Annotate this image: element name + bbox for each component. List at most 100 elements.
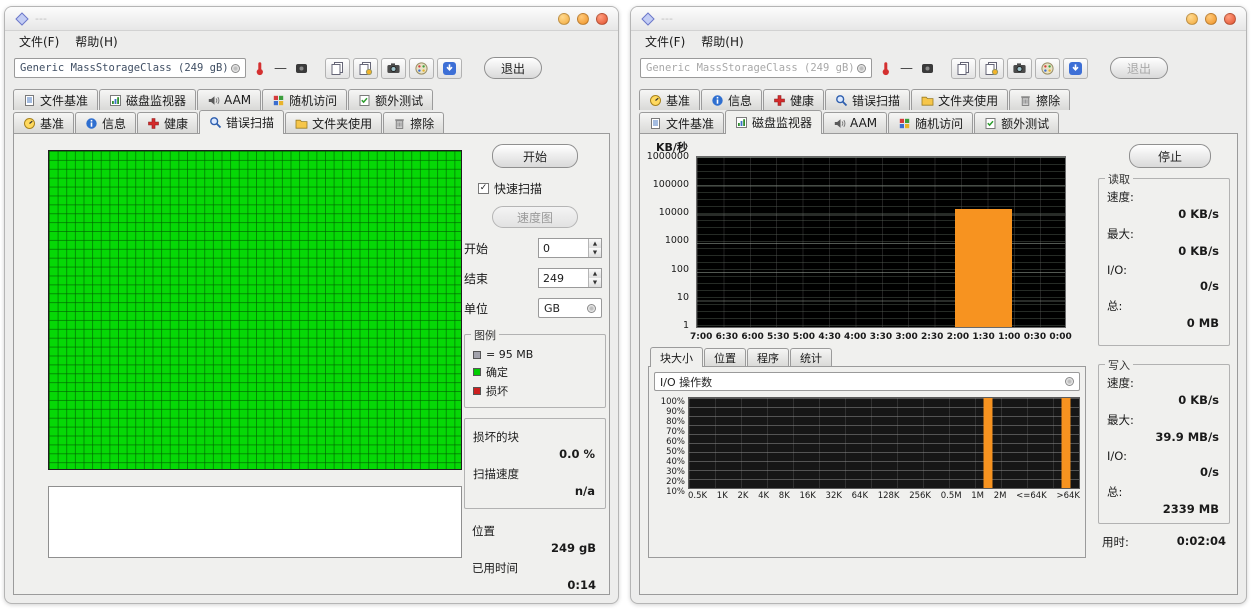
screenshot-button[interactable]	[1007, 58, 1032, 79]
menu-help[interactable]: 帮助(H)	[67, 32, 125, 51]
tab-extra-tests[interactable]: 额外测试	[348, 89, 433, 110]
copy-text-button[interactable]	[979, 58, 1004, 79]
save-button[interactable]	[1063, 58, 1088, 79]
tab-row-top: 文件基准 磁盘监视器 AAM 随机访问 额外测试	[13, 87, 610, 110]
subtab-block-size[interactable]: 块大小	[650, 347, 703, 367]
tab-file-benchmark[interactable]: 文件基准	[13, 89, 98, 110]
gauge-icon	[294, 61, 309, 76]
menu-file[interactable]: 文件(F)	[11, 32, 67, 51]
camera-icon	[386, 61, 401, 76]
unit-select[interactable]: GB	[538, 298, 602, 318]
tab-folder-usage[interactable]: 文件夹使用	[285, 112, 382, 133]
stat-label: 位置	[472, 523, 598, 539]
spinner-arrows	[588, 239, 601, 257]
y-axis-tick: 1000000	[647, 151, 689, 162]
x-axis-tick: 5:00	[793, 332, 815, 342]
legend-block-size: = 95 MB	[473, 348, 597, 361]
subtab-statistics[interactable]: 统计	[790, 348, 832, 366]
legend-ok-label: 确定	[486, 364, 508, 380]
range-end-input[interactable]: 249	[538, 268, 602, 288]
tab-extra-tests[interactable]: 额外测试	[974, 112, 1059, 133]
thermometer-icon	[878, 61, 893, 76]
close-button[interactable]	[1224, 13, 1236, 25]
tab-benchmark[interactable]: 基准	[639, 89, 700, 110]
maximize-button[interactable]	[577, 13, 589, 25]
minimize-button[interactable]	[1186, 13, 1198, 25]
tab-label: 文件夹使用	[312, 115, 372, 132]
tab-benchmark[interactable]: 基准	[13, 112, 74, 133]
quick-scan-checkbox[interactable]	[478, 183, 489, 194]
titlebar[interactable]: ---	[631, 7, 1246, 31]
range-start-input[interactable]: 0	[538, 238, 602, 258]
histogram-panel: I/O 操作数 100%90%80%70%60%50%40%30%20%10% …	[648, 366, 1086, 558]
save-button[interactable]	[437, 58, 462, 79]
spin-down-icon[interactable]	[589, 278, 601, 287]
tab-label: 文件夹使用	[938, 92, 998, 109]
menu-help[interactable]: 帮助(H)	[693, 32, 751, 51]
tab-health[interactable]: 健康	[137, 112, 198, 133]
subtab-position[interactable]: 位置	[704, 348, 746, 366]
stat-row: 损坏的块 0.0 %	[473, 429, 597, 461]
tab-info[interactable]: 信息	[75, 112, 136, 133]
range-end-value: 249	[539, 269, 588, 287]
spin-down-icon[interactable]	[589, 248, 601, 257]
tab-aam[interactable]: AAM	[823, 112, 887, 133]
stat-label: 速度:	[1107, 189, 1221, 205]
copy-text-button[interactable]	[353, 58, 378, 79]
tab-error-scan[interactable]: 错误扫描	[825, 89, 910, 110]
tab-health[interactable]: 健康	[763, 89, 824, 110]
tab-file-benchmark[interactable]: 文件基准	[639, 112, 724, 133]
speaker-icon	[833, 117, 846, 130]
percent-tick: 60%	[666, 437, 685, 447]
tab-disk-monitor[interactable]: 磁盘监视器	[725, 110, 822, 134]
stop-button[interactable]: 停止	[1129, 144, 1211, 168]
speed-map-button[interactable]: 速度图	[492, 206, 578, 228]
tab-erase[interactable]: 擦除	[1009, 89, 1070, 110]
tab-aam[interactable]: AAM	[197, 89, 261, 110]
copy-button[interactable]	[325, 58, 350, 79]
x-axis-tick: 0:30	[1024, 332, 1046, 342]
tab-disk-monitor[interactable]: 磁盘监视器	[99, 89, 196, 110]
scan-stats-group: 损坏的块 0.0 % 扫描速度 n/a	[464, 418, 606, 509]
close-button[interactable]	[596, 13, 608, 25]
stat-row: 位置 249 gB	[472, 523, 598, 555]
stat-value: 39.9 MB/s	[1107, 430, 1221, 444]
device-select[interactable]: Generic MassStorageClass (249 gB)	[640, 58, 872, 78]
exit-button[interactable]: 退出	[1110, 57, 1168, 79]
histogram-plot	[688, 397, 1080, 489]
tab-error-scan[interactable]: 错误扫描	[199, 110, 284, 134]
minimize-button[interactable]	[558, 13, 570, 25]
health-icon	[147, 117, 160, 130]
category-tick: 4K	[758, 491, 769, 501]
benchmark-icon	[23, 117, 36, 130]
x-axis-tick: 6:30	[716, 332, 738, 342]
percent-tick: 10%	[666, 487, 685, 497]
subtab-program[interactable]: 程序	[747, 348, 789, 366]
tab-random-access[interactable]: 随机访问	[888, 112, 973, 133]
start-scan-button[interactable]: 开始	[492, 144, 578, 168]
menu-file[interactable]: 文件(F)	[637, 32, 693, 51]
y-axis-tick: 100000	[653, 179, 689, 190]
tab-erase[interactable]: 擦除	[383, 112, 444, 133]
tab-folder-usage[interactable]: 文件夹使用	[911, 89, 1008, 110]
color-options-button[interactable]	[1035, 58, 1060, 79]
maximize-button[interactable]	[1205, 13, 1217, 25]
quick-scan-option[interactable]: 快速扫描	[478, 180, 606, 197]
device-select[interactable]: Generic MassStorageClass (249 gB)	[14, 58, 246, 78]
tab-random-access[interactable]: 随机访问	[262, 89, 347, 110]
legend-damaged: 损坏	[473, 383, 597, 399]
screenshot-button[interactable]	[381, 58, 406, 79]
random-access-icon	[898, 117, 911, 130]
spin-up-icon[interactable]	[589, 269, 601, 278]
metric-select[interactable]: I/O 操作数	[654, 372, 1080, 391]
color-options-button[interactable]	[409, 58, 434, 79]
tab-info[interactable]: 信息	[701, 89, 762, 110]
exit-button[interactable]: 退出	[484, 57, 542, 79]
x-axis-tick: 1:00	[998, 332, 1020, 342]
titlebar[interactable]: ---	[5, 7, 618, 31]
stat-row: I/O: 0/s	[1107, 449, 1221, 479]
stat-value: 0.0 %	[473, 447, 597, 461]
stat-row: 速度: 0 KB/s	[1107, 189, 1221, 221]
copy-button[interactable]	[951, 58, 976, 79]
spin-up-icon[interactable]	[589, 239, 601, 248]
